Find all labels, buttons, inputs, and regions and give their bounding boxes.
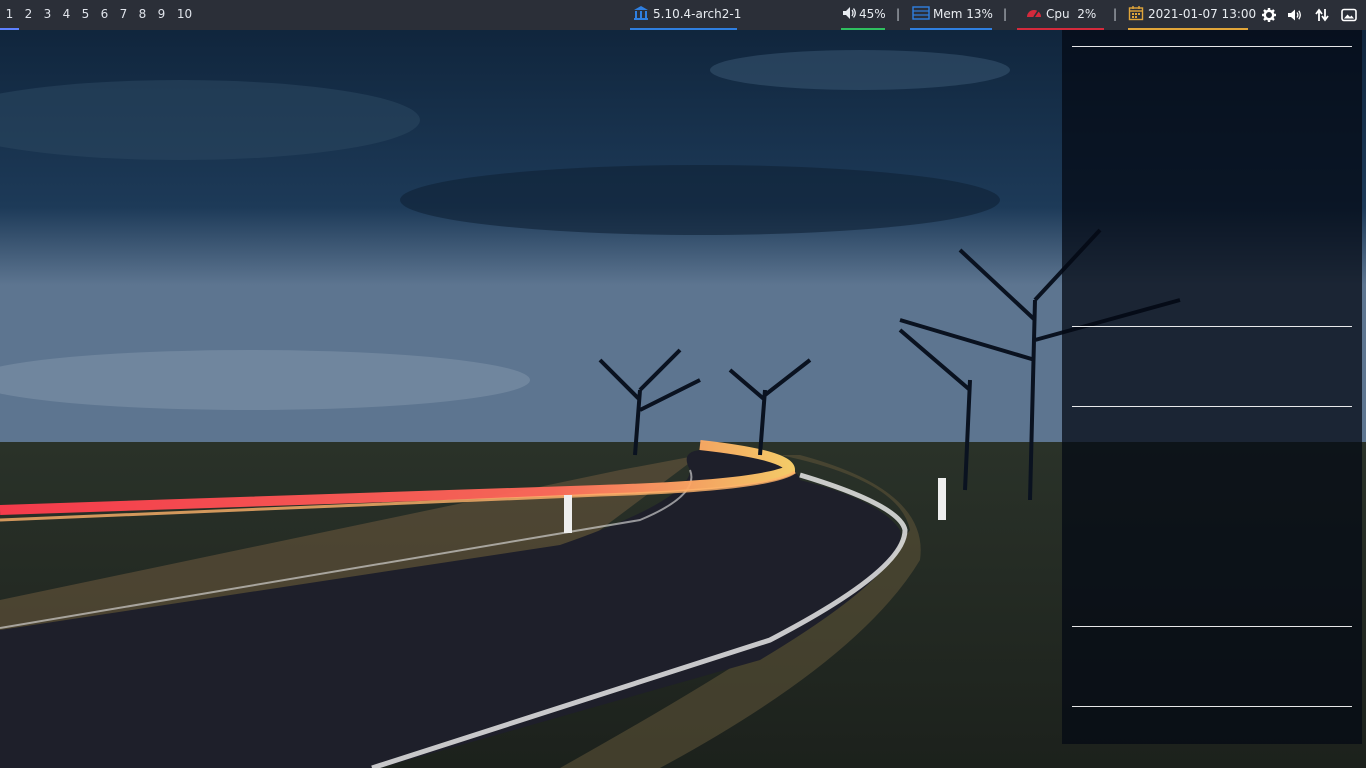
memory-icon — [912, 6, 930, 20]
workspace-5[interactable]: 5 — [76, 0, 95, 30]
panel-divider — [1072, 706, 1352, 707]
panel-divider — [1072, 46, 1352, 47]
memory-usage: Mem 13% — [933, 7, 993, 21]
speaker-icon — [843, 7, 856, 19]
memory-module[interactable]: Mem 13% — [910, 0, 993, 30]
kernel-module[interactable]: 5.10.4-arch2-1 — [630, 0, 741, 30]
workspace-1[interactable]: 1 — [0, 0, 19, 30]
separator: | — [1003, 7, 1008, 21]
workspace-8[interactable]: 8 — [133, 0, 152, 30]
date-time: 2021-01-07 13:00 — [1148, 7, 1257, 21]
volume-value: 45% — [859, 7, 886, 21]
kernel-version: 5.10.4-arch2-1 — [653, 7, 742, 21]
gear-icon[interactable] — [1261, 7, 1277, 23]
network-arrows-icon[interactable] — [1314, 7, 1330, 23]
volume-module[interactable]: 45% — [841, 0, 886, 30]
date-module[interactable]: 2021-01-07 13:00 — [1128, 0, 1256, 30]
workspace-6[interactable]: 6 — [95, 0, 114, 30]
workspace-4[interactable]: 4 — [57, 0, 76, 30]
workspace-3[interactable]: 3 — [38, 0, 57, 30]
panel-divider — [1072, 626, 1352, 627]
panel-divider — [1072, 326, 1352, 327]
cpu-value: 2% — [1077, 7, 1097, 21]
workspace-9[interactable]: 9 — [152, 0, 171, 30]
side-widget-panel — [1062, 30, 1362, 744]
volume-tray-icon[interactable] — [1287, 7, 1303, 23]
cpu-module[interactable]: Cpu 2% — [1017, 0, 1104, 30]
image-icon[interactable] — [1341, 7, 1357, 23]
workspace-10[interactable]: 10 — [171, 0, 198, 30]
top-status-bar: 1 2 3 4 5 6 7 8 9 10 5.10.4-arch2-1 45% … — [0, 0, 1366, 30]
calendar-icon — [1128, 6, 1144, 21]
bank-icon — [634, 6, 648, 20]
gauge-icon — [1027, 10, 1041, 18]
workspace-7[interactable]: 7 — [114, 0, 133, 30]
separator: | — [896, 7, 901, 21]
panel-divider — [1072, 406, 1352, 407]
workspace-2[interactable]: 2 — [19, 0, 38, 30]
cpu-label: Cpu — [1046, 7, 1070, 21]
separator: | — [1113, 7, 1118, 21]
